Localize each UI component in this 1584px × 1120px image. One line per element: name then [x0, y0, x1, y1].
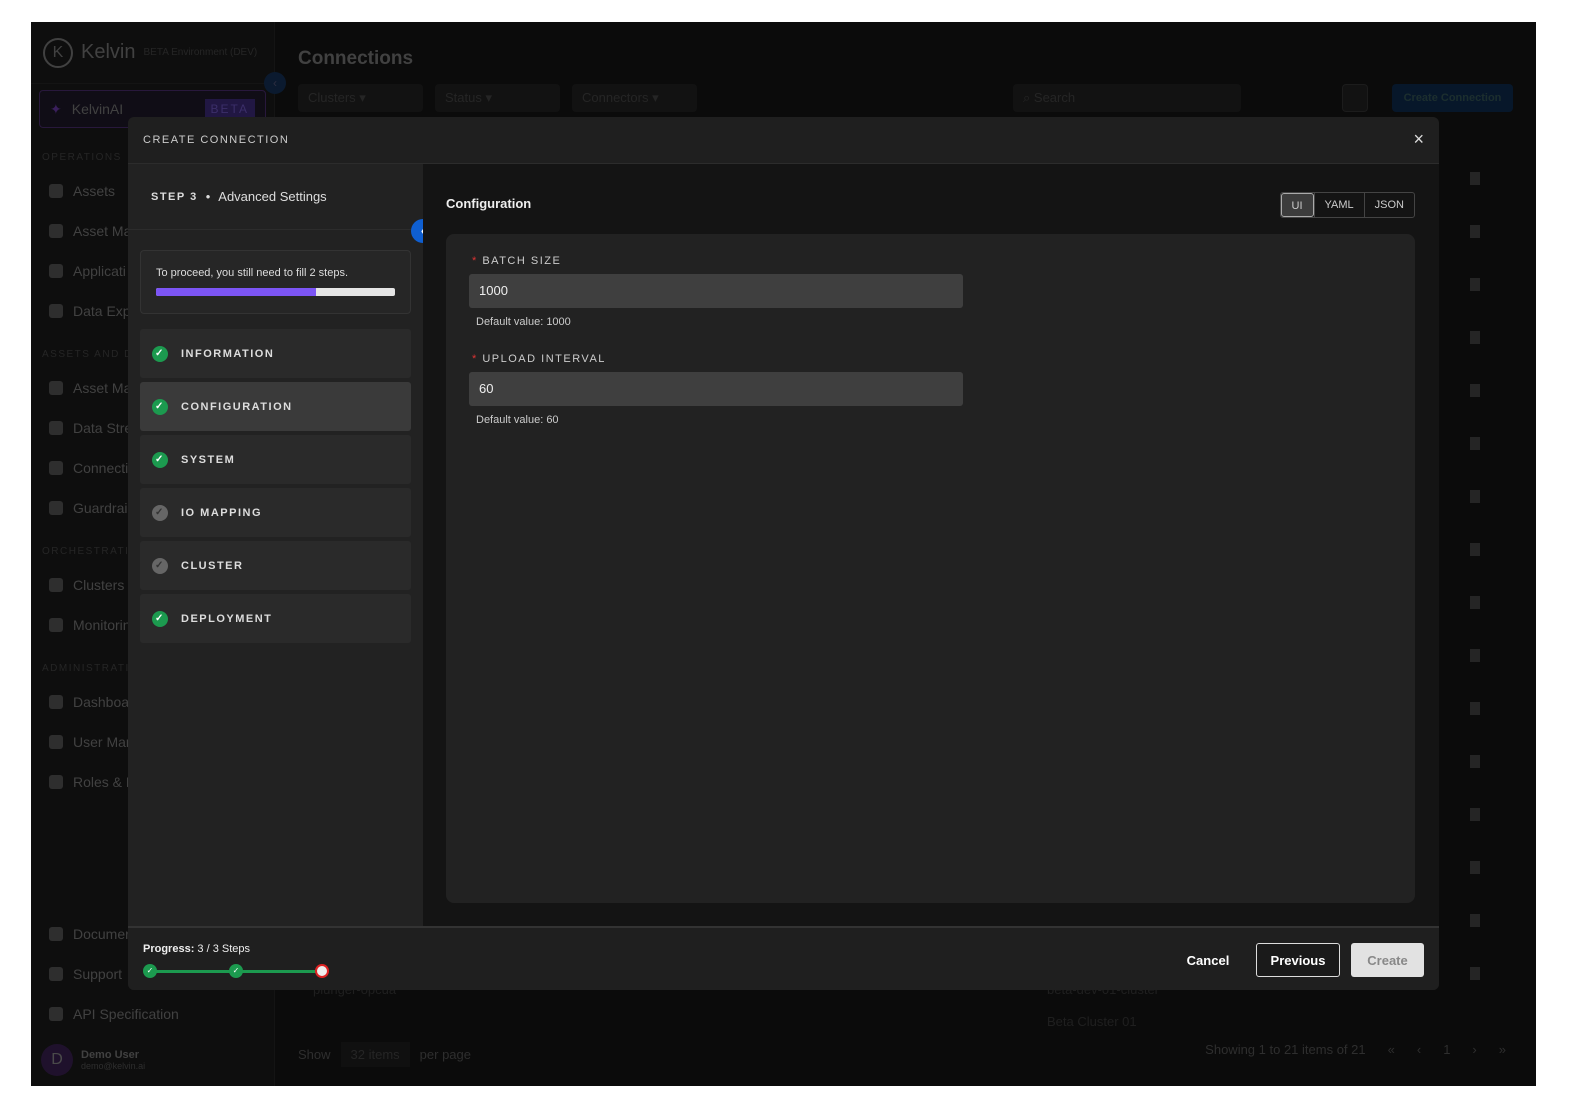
step-number: STEP 3 [151, 190, 198, 203]
view-mode-toggle: UI YAML JSON [1279, 192, 1415, 218]
upload-interval-hint: Default value: 60 [476, 414, 559, 426]
view-mode-json[interactable]: JSON [1363, 193, 1414, 217]
batch-size-input[interactable] [469, 274, 963, 308]
step-label: CLUSTER [181, 559, 244, 572]
modal-title: CREATE CONNECTION [143, 134, 290, 146]
step-item[interactable]: ✓ IO MAPPING [140, 488, 411, 537]
upload-interval-label: * UPLOAD INTERVAL [472, 353, 606, 365]
progress-step-done: ✓ [143, 964, 157, 978]
step-label: DEPLOYMENT [181, 612, 273, 625]
batch-size-hint: Default value: 1000 [476, 316, 571, 328]
progress-label: Progress: 3 / 3 Steps [143, 943, 251, 955]
steps-panel: STEP 3 • Advanced Settings To proceed, you… [128, 164, 423, 926]
create-connection-modal: CREATE CONNECTION × STEP 3 • Advanced Sett… [128, 117, 1439, 990]
check-circle-icon: ✓ [152, 345, 168, 362]
section-title: Configuration [446, 196, 532, 211]
previous-button[interactable]: Previous [1256, 943, 1340, 977]
step-item[interactable]: ✓ SYSTEM [140, 435, 411, 484]
step-label: SYSTEM [181, 453, 236, 466]
view-mode-yaml[interactable]: YAML [1313, 193, 1364, 217]
check-circle-icon: ✓ [152, 504, 168, 521]
check-circle-icon: ✓ [152, 398, 168, 415]
step-item[interactable]: ✓ INFORMATION [140, 329, 411, 378]
close-icon[interactable]: × [1413, 129, 1424, 150]
batch-size-label: * BATCH SIZE [472, 255, 562, 267]
check-circle-icon: ✓ [152, 451, 168, 468]
cancel-button[interactable]: Cancel [1176, 943, 1240, 977]
create-button[interactable]: Create [1351, 943, 1424, 977]
step-item[interactable]: ✓ CONFIGURATION [140, 382, 411, 431]
step-label: INFORMATION [181, 347, 275, 360]
modal-footer: Progress: 3 / 3 Steps ✓ ✓ Cancel Previou… [128, 926, 1439, 990]
view-mode-ui[interactable]: UI [1280, 193, 1314, 217]
step-item[interactable]: ✓ DEPLOYMENT [140, 594, 411, 643]
progress-notice: To proceed, you still need to fill 2 ste… [140, 250, 411, 314]
configuration-section: Configuration UI YAML JSON * BATCH SIZE … [423, 164, 1439, 926]
progress-step-current [315, 964, 329, 978]
progress-step-done: ✓ [229, 964, 243, 978]
step-label: IO MAPPING [181, 506, 263, 519]
step-name: Advanced Settings [218, 189, 327, 204]
step-item[interactable]: ✓ CLUSTER [140, 541, 411, 590]
step-label: CONFIGURATION [181, 400, 293, 413]
check-circle-icon: ✓ [152, 610, 168, 627]
notice-text: To proceed, you still need to fill 2 ste… [156, 267, 348, 279]
notice-progress-bar [156, 288, 395, 296]
config-form: * BATCH SIZE Default value: 1000 * UPLOA… [446, 234, 1415, 903]
upload-interval-input[interactable] [469, 372, 963, 406]
check-circle-icon: ✓ [152, 557, 168, 574]
